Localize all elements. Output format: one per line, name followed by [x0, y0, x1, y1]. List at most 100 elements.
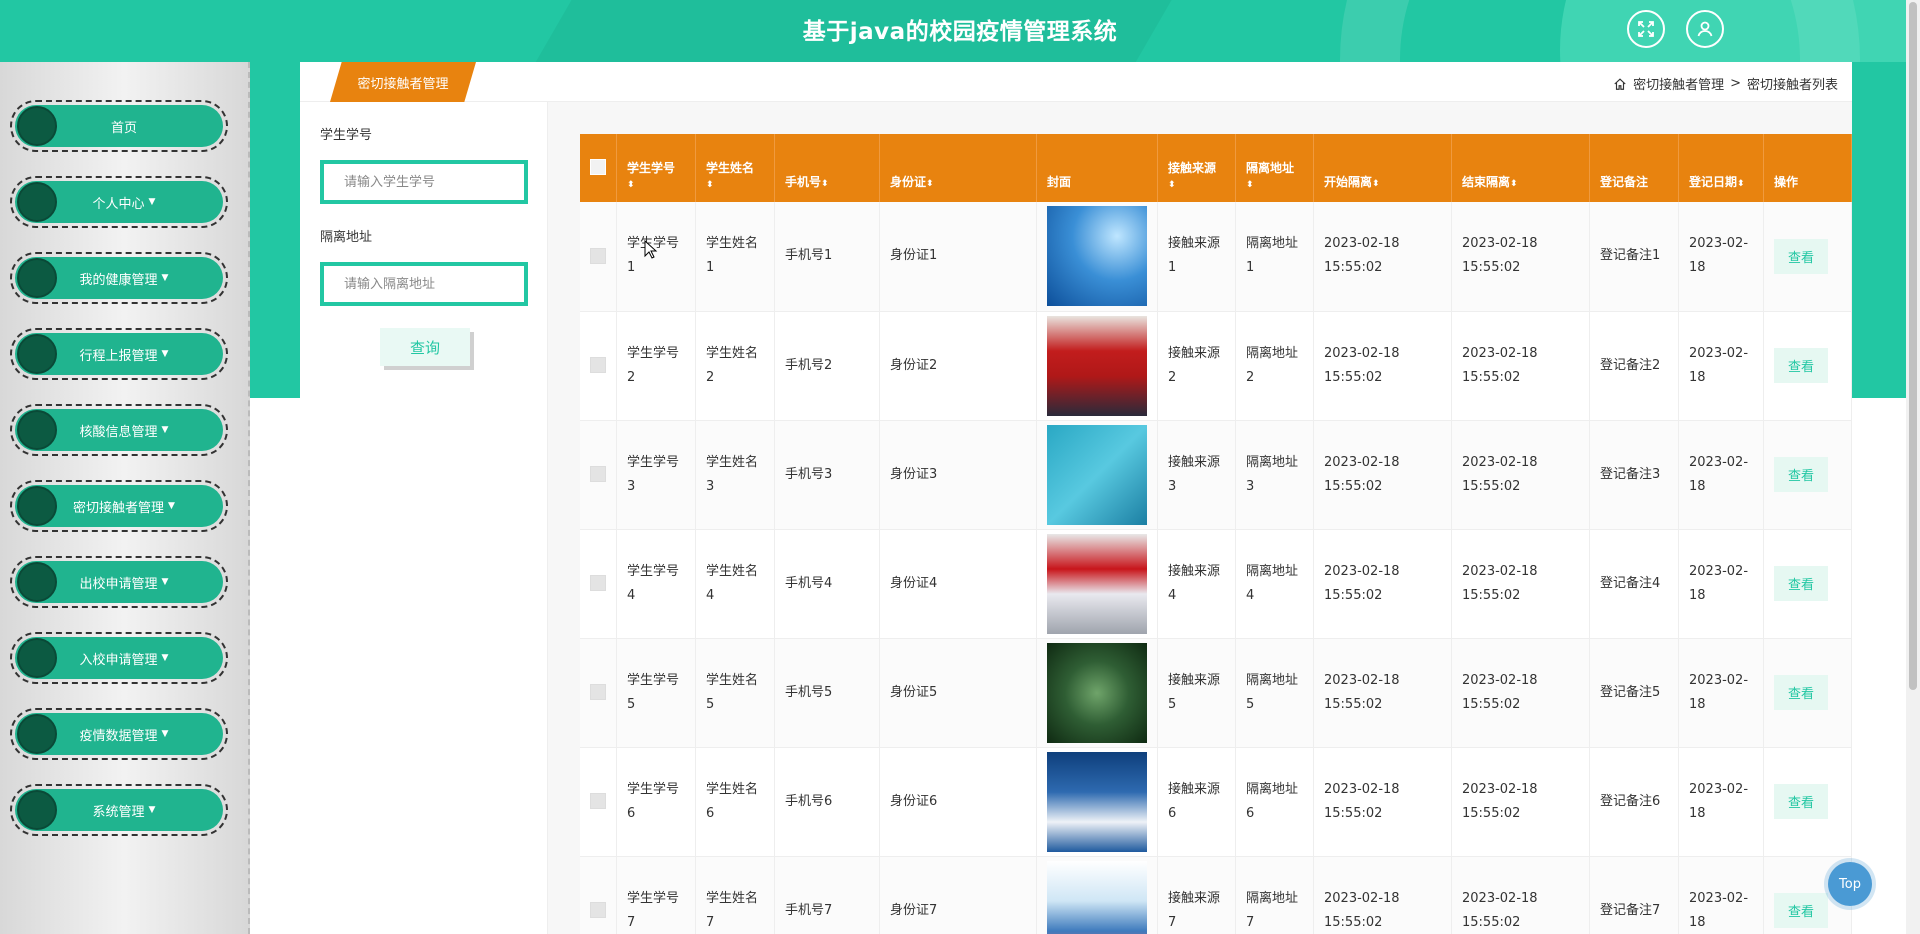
caret-down-icon: ▼ — [161, 425, 169, 435]
col-label: 学生学号 — [627, 161, 676, 175]
cell-end: 2023-02-18 15:55:02 — [1451, 747, 1590, 857]
row-checkbox[interactable] — [590, 575, 606, 591]
row-checkbox[interactable] — [590, 357, 606, 373]
menu-dot-icon — [17, 106, 57, 146]
sidebar-item-system[interactable]: 系统管理 ▼ — [10, 784, 228, 836]
sidebar-item-trip-report[interactable]: 行程上报管理 ▼ — [10, 328, 228, 380]
table-row: 学生学号6 学生姓名6 手机号6 身份证6 接触来源6 隔离地址6 2023-02-18 1… — [580, 747, 1852, 857]
menu-dot-icon — [17, 258, 57, 298]
cell-source: 接触来源5 — [1157, 638, 1236, 748]
col-label: 登记备注 — [1600, 175, 1649, 189]
cover-image — [1047, 315, 1147, 416]
cell-student-no: 学生学号3 — [616, 420, 696, 530]
col-date[interactable]: 登记日期⬍ — [1678, 134, 1764, 202]
sidebar-item-label: 系统管理 — [92, 804, 145, 820]
tab-close-contacts[interactable]: 密切接触者管理 — [330, 62, 476, 102]
col-label: 隔离地址 — [1246, 161, 1295, 175]
breadcrumb-separator: > — [1730, 76, 1741, 91]
cell-address: 隔离地址3 — [1235, 420, 1314, 530]
cell-end: 2023-02-18 15:55:02 — [1451, 311, 1590, 421]
sidebar-item-my-health[interactable]: 我的健康管理 ▼ — [10, 252, 228, 304]
col-label: 开始隔离 — [1324, 175, 1373, 189]
fullscreen-button[interactable] — [1627, 10, 1665, 48]
sidebar-item-label: 入校申请管理 — [79, 652, 158, 668]
breadcrumb-level2: 密切接触者列表 — [1746, 78, 1838, 93]
col-start[interactable]: 开始隔离⬍ — [1313, 134, 1452, 202]
cell-remark: 登记备注5 — [1589, 638, 1679, 748]
cell-date: 2023-02-18 — [1678, 202, 1764, 312]
user-button[interactable] — [1686, 10, 1724, 48]
cover-image — [1047, 206, 1147, 307]
row-select-cell — [580, 747, 617, 857]
back-to-top-button[interactable]: Top — [1828, 862, 1872, 906]
cell-address: 隔离地址5 — [1235, 638, 1314, 748]
sort-icon: ⬍ — [926, 179, 934, 189]
row-checkbox[interactable] — [590, 793, 606, 809]
cell-phone: 手机号5 — [774, 638, 880, 748]
cover-image — [1047, 424, 1147, 525]
view-button[interactable]: 查看 — [1774, 893, 1829, 928]
col-student-no[interactable]: 学生学号 ⬍ — [616, 134, 696, 202]
cell-student-no: 学生学号5 — [616, 638, 696, 748]
menu-dot-icon — [17, 410, 57, 450]
cell-remark: 登记备注6 — [1589, 747, 1679, 857]
view-button[interactable]: 查看 — [1774, 457, 1829, 492]
col-student-name[interactable]: 学生姓名 ⬍ — [695, 134, 775, 202]
cell-start: 2023-02-18 15:55:02 — [1313, 529, 1452, 639]
cell-student-name: 学生姓名3 — [695, 420, 775, 530]
cell-student-name: 学生姓名1 — [695, 202, 775, 312]
select-all-cell — [580, 134, 617, 202]
row-checkbox[interactable] — [590, 247, 606, 264]
cell-start: 2023-02-18 15:55:02 — [1313, 311, 1452, 421]
view-button[interactable]: 查看 — [1774, 238, 1829, 274]
view-button[interactable]: 查看 — [1774, 675, 1829, 710]
cell-id-card: 身份证4 — [879, 529, 1037, 639]
scrollbar-thumb[interactable] — [1909, 2, 1917, 690]
address-input[interactable] — [320, 262, 528, 306]
cell-source: 接触来源1 — [1157, 202, 1236, 312]
select-all-checkbox[interactable] — [590, 159, 606, 175]
cell-end: 2023-02-18 15:55:02 — [1451, 420, 1590, 530]
student-no-label: 学生学号 — [320, 128, 373, 143]
cell-id-card: 身份证2 — [879, 311, 1037, 421]
sidebar-item-enter-campus[interactable]: 入校申请管理 ▼ — [10, 632, 228, 684]
sidebar-item-epidemic-data[interactable]: 疫情数据管理 ▼ — [10, 708, 228, 760]
sidebar-item-label: 首页 — [110, 120, 137, 136]
sidebar-item-personal-center[interactable]: 个人中心 ▼ — [10, 176, 228, 228]
sidebar: 首页 个人中心 ▼ 我的健康管理 ▼ 行程上报管理 ▼ 核酸信息管理 ▼ 密切接触者管理… — [0, 62, 250, 934]
col-label: 手机号 — [785, 175, 822, 189]
menu-dot-icon — [17, 562, 57, 602]
row-checkbox[interactable] — [590, 684, 606, 700]
cell-date: 2023-02-18 — [1678, 420, 1764, 530]
menu-dot-icon — [17, 714, 57, 754]
col-label: 登记日期 — [1689, 175, 1738, 189]
col-id-card[interactable]: 身份证⬍ — [879, 134, 1037, 202]
student-no-input[interactable] — [320, 160, 528, 204]
col-phone[interactable]: 手机号⬍ — [774, 134, 880, 202]
menu-dot-icon — [17, 638, 57, 678]
sidebar-item-leave-campus[interactable]: 出校申请管理 ▼ — [10, 556, 228, 608]
view-button[interactable]: 查看 — [1774, 348, 1829, 383]
table-header-row: 学生学号 ⬍ 学生姓名 ⬍ 手机号⬍ 身份证⬍ 封面 接触来源 ⬍ 隔离地址 ⬍ 开始隔… — [580, 134, 1852, 202]
col-label: 操作 — [1774, 175, 1799, 189]
col-address[interactable]: 隔离地址 ⬍ — [1235, 134, 1314, 202]
col-remark: 登记备注 — [1589, 134, 1679, 202]
view-button[interactable]: 查看 — [1774, 784, 1829, 819]
col-source[interactable]: 接触来源 ⬍ — [1157, 134, 1236, 202]
cell-id-card: 身份证1 — [879, 202, 1037, 312]
sidebar-item-nucleic-acid[interactable]: 核酸信息管理 ▼ — [10, 404, 228, 456]
sort-icon: ⬍ — [821, 179, 829, 189]
cell-remark: 登记备注4 — [1589, 529, 1679, 639]
row-select-cell — [580, 202, 617, 312]
sidebar-item-close-contacts[interactable]: 密切接触者管理 ▼ — [10, 480, 228, 532]
breadcrumb-level1[interactable]: 密切接触者管理 — [1633, 74, 1724, 93]
query-button[interactable]: 查询 — [380, 328, 470, 366]
col-end[interactable]: 结束隔离⬍ — [1451, 134, 1590, 202]
cell-date: 2023-02-18 — [1678, 856, 1764, 934]
view-button[interactable]: 查看 — [1774, 566, 1829, 601]
row-select-cell — [580, 638, 617, 748]
row-checkbox[interactable] — [590, 902, 606, 918]
sidebar-item-home[interactable]: 首页 — [10, 100, 228, 152]
row-checkbox[interactable] — [590, 466, 606, 482]
sidebar-item-label: 出校申请管理 — [79, 576, 158, 592]
